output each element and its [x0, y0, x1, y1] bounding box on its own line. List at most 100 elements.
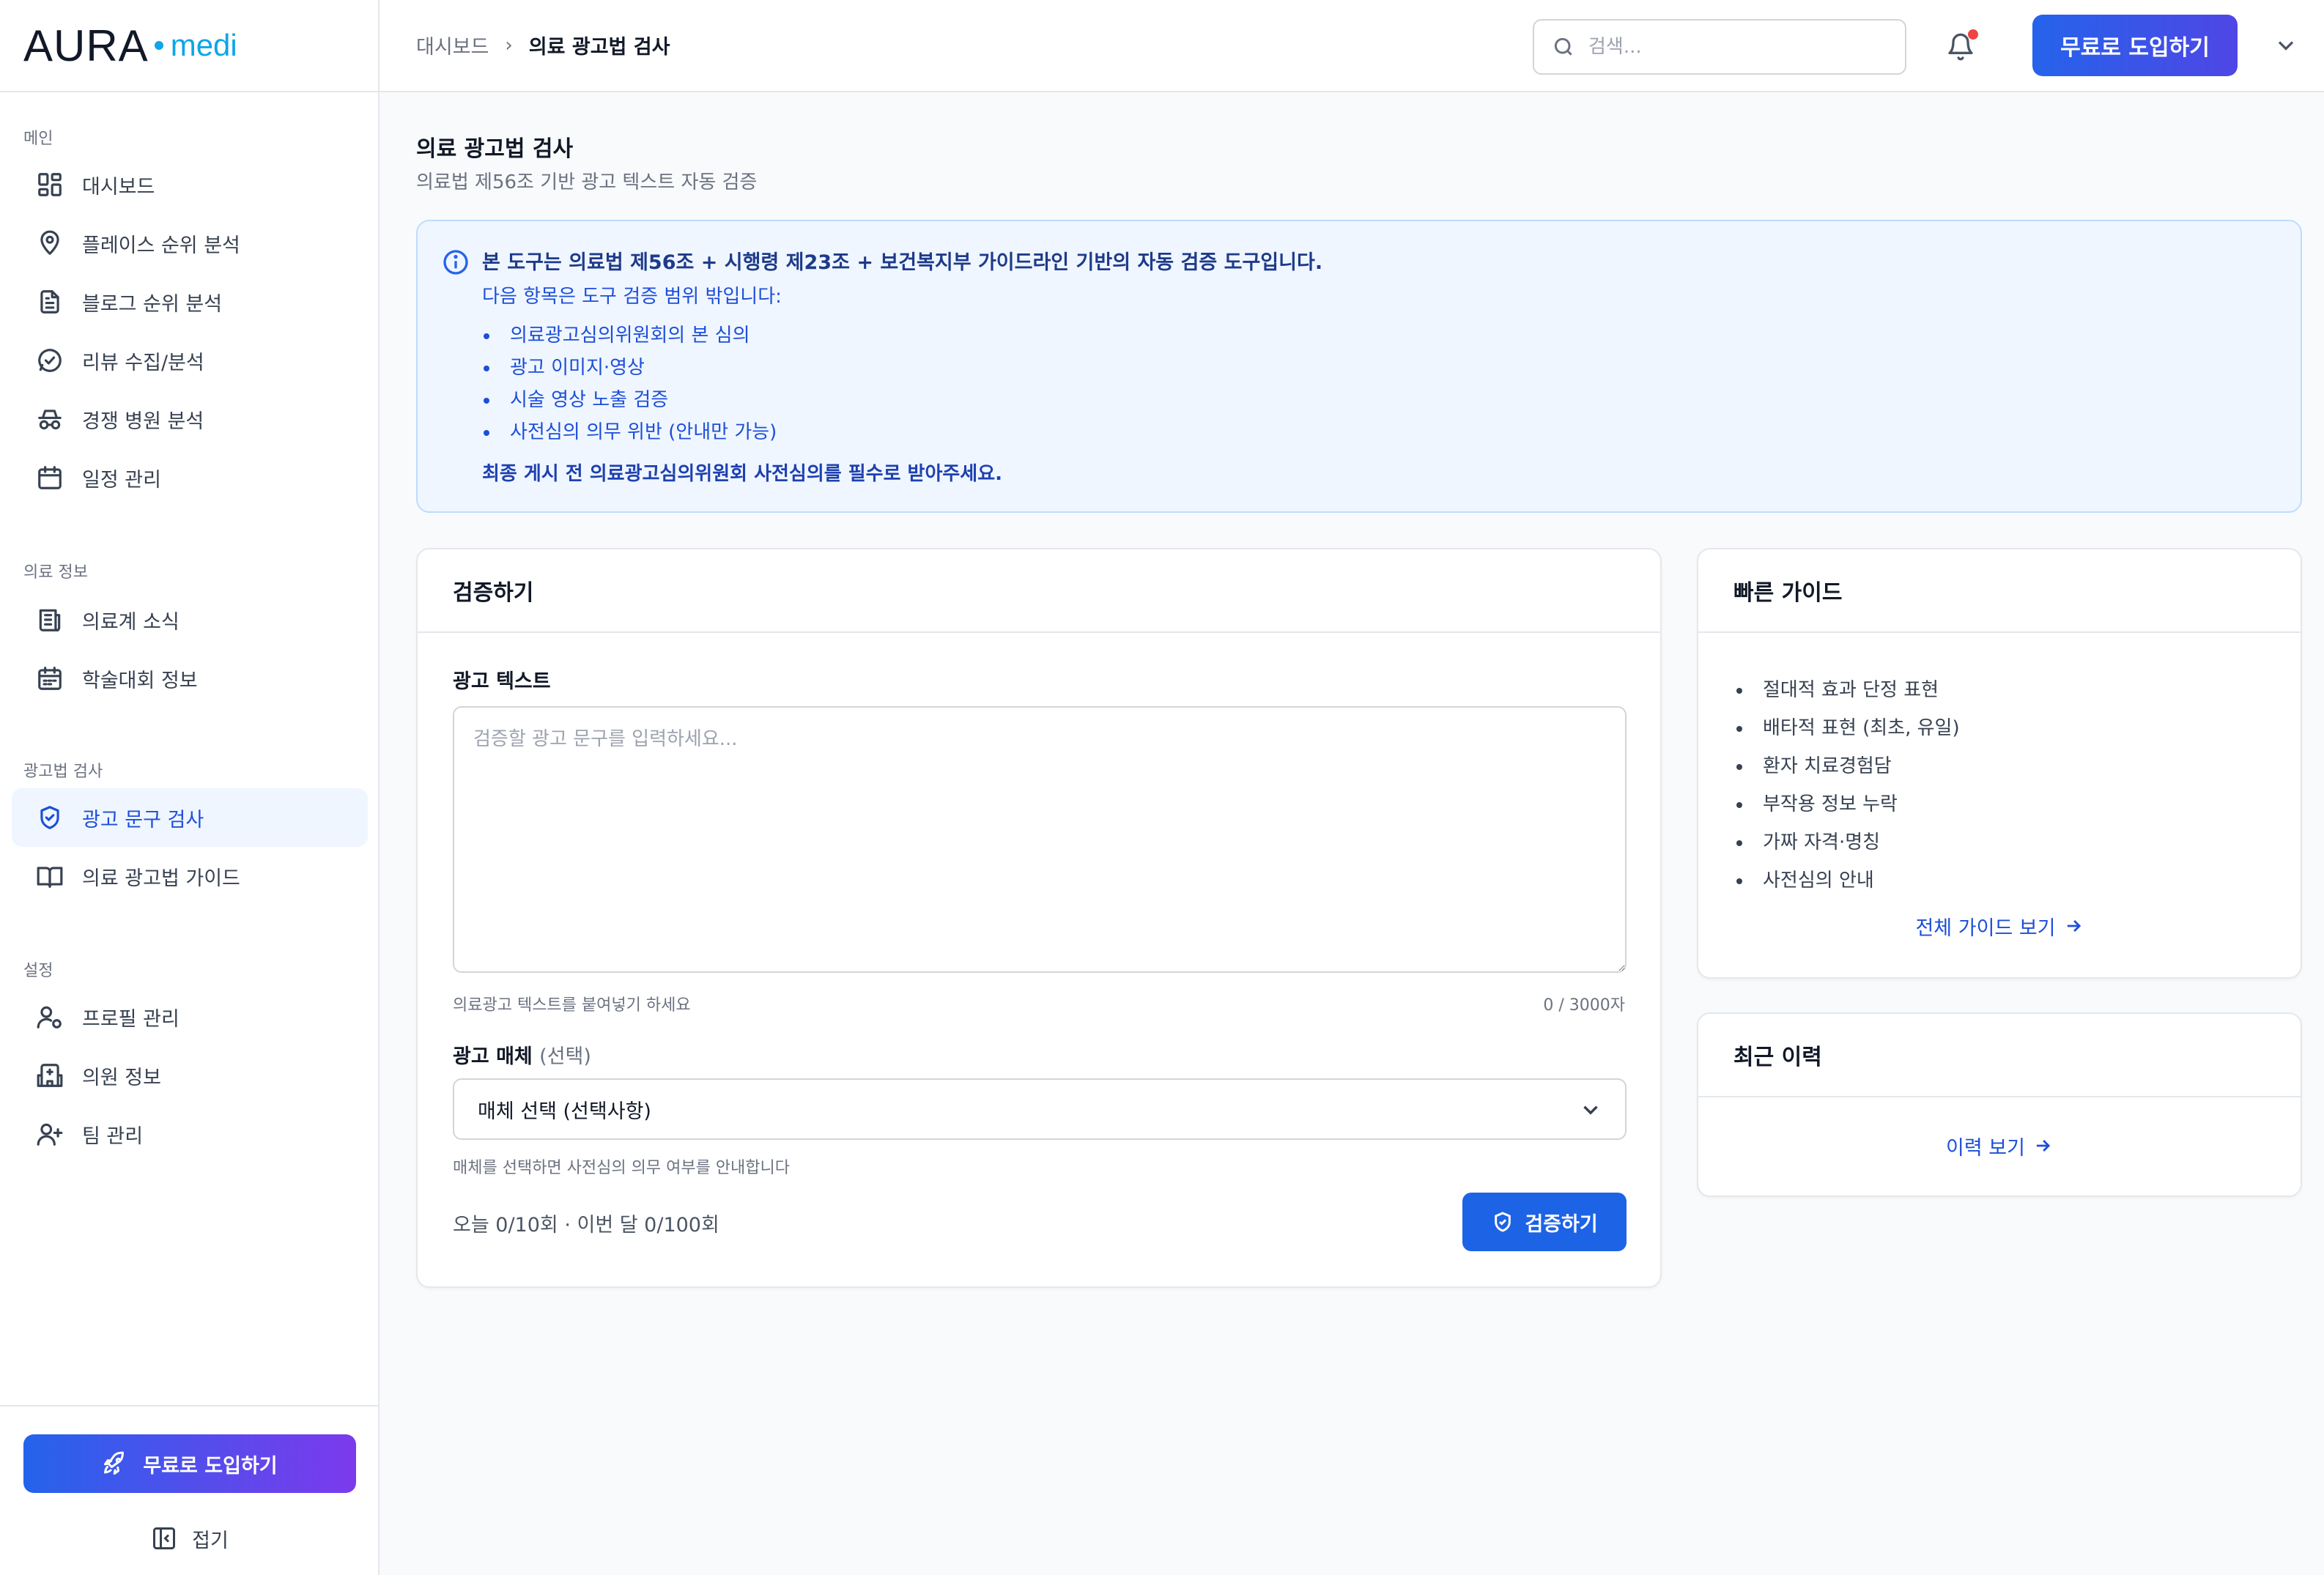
- sidebar-item-label: 의료 광고법 가이드: [82, 867, 240, 890]
- list-item: 시술 영상 노출 검증: [482, 384, 777, 416]
- sidebar-item-competitors[interactable]: 경쟁 병원 분석: [12, 390, 368, 448]
- logo-wordmark: AURA: [23, 21, 149, 70]
- media-label-text: 광고 매체: [453, 1045, 533, 1068]
- hospital-icon: [35, 1061, 64, 1090]
- sidebar-item-label: 팀 관리: [82, 1124, 144, 1148]
- sidebar-item-label: 경쟁 병원 분석: [82, 410, 204, 433]
- sidebar-item-label: 의료계 소식: [82, 610, 180, 634]
- newspaper-icon: [35, 605, 64, 634]
- notification-badge: [1968, 29, 1978, 40]
- logo[interactable]: AURA medi: [0, 0, 378, 92]
- sidebar-item-label: 광고 문구 검사: [82, 808, 204, 831]
- chat-check-icon: [35, 346, 64, 375]
- media-selected-value: 매체 선택 (선택사항): [478, 1100, 651, 1123]
- list-item: 부작용 정보 누락: [1733, 785, 1960, 823]
- sidebar-item-schedule[interactable]: 일정 관리: [12, 448, 368, 507]
- user-plus-icon: [35, 1119, 64, 1149]
- sidebar-item-blog-rank[interactable]: 블로그 순위 분석: [12, 273, 368, 331]
- sidebar-item-dashboard[interactable]: 대시보드: [12, 155, 368, 214]
- card-title: 검증하기: [418, 549, 1660, 633]
- recent-history-card: 최근 이력 이력 보기: [1697, 1012, 2302, 1197]
- sidebar-item-label: 학술대회 정보: [82, 669, 198, 692]
- sidebar-item-label: 프로필 관리: [82, 1007, 180, 1031]
- map-pin-icon: [35, 229, 64, 258]
- sidebar-item-ad-check[interactable]: 광고 문구 검사: [12, 788, 368, 847]
- sidebar-item-conferences[interactable]: 학술대회 정보: [12, 649, 368, 708]
- notice-box: 본 도구는 의료법 제56조 + 시행령 제23조 + 보건복지부 가이드라인 …: [416, 220, 2302, 513]
- logo-sub: medi: [170, 28, 237, 62]
- sidebar-item-label: 블로그 순위 분석: [82, 292, 223, 316]
- page-title: 의료 광고법 검사: [416, 136, 574, 162]
- notice-intro: 다음 항목은 도구 검증 범위 밖입니다:: [482, 286, 782, 308]
- sidebar-item-team[interactable]: 팀 관리: [12, 1105, 368, 1163]
- sidebar-item-news[interactable]: 의료계 소식: [12, 590, 368, 649]
- sidebar-item-clinic[interactable]: 의원 정보: [12, 1046, 368, 1105]
- verify-card: 검증하기 광고 텍스트 의료광고 텍스트를 붙여넣기 하세요 0 / 3000자…: [416, 548, 1662, 1288]
- sidebar-collapse-icon: [153, 1527, 176, 1549]
- sidebar-item-label: 대시보드: [82, 175, 155, 199]
- nav-section-main: 메인 대시보드 플레이스 순위 분석 블로그 순위 분석 리뷰 수집/분석 경쟁…: [0, 125, 380, 507]
- sidebar: AURA medi 메인 대시보드 플레이스 순위 분석 블로그 순위 분석 리…: [0, 0, 380, 1575]
- history-link[interactable]: 이력 보기: [1698, 1128, 2301, 1163]
- list-item: 사전심의 의무 위반 (안내만 가능): [482, 416, 777, 448]
- document-icon: [35, 287, 64, 316]
- guide-list: 절대적 효과 단정 표현 배타적 표현 (최초, 유일) 환자 치료경험담 부작…: [1733, 671, 1960, 900]
- breadcrumb: 대시보드 › 의료 광고법 검사: [416, 31, 670, 59]
- media-select[interactable]: 매체 선택 (선택사항): [453, 1078, 1627, 1140]
- nav-heading: 설정: [23, 962, 53, 980]
- top-header: 대시보드 › 의료 광고법 검사 무료로 도입하기: [380, 0, 2324, 92]
- sidebar-footer: 무료로 도입하기 접기: [0, 1405, 380, 1575]
- char-count: 0 / 3000자: [1543, 996, 1625, 1015]
- list-item: 절대적 효과 단정 표현: [1733, 671, 1960, 709]
- quick-guide-card: 빠른 가이드 절대적 효과 단정 표현 배타적 표현 (최초, 유일) 환자 치…: [1697, 548, 2302, 979]
- collapse-label: 접기: [192, 1529, 229, 1552]
- chevron-down-icon: [2278, 41, 2294, 51]
- spy-icon: [35, 404, 64, 434]
- nav-heading: 광고법 검사: [23, 763, 103, 781]
- nav-heading: 메인: [23, 130, 53, 148]
- info-icon: [441, 248, 470, 277]
- notice-footer: 최종 게시 전 의료광고심의위원회 사전심의를 필수로 받아주세요.: [482, 463, 1003, 485]
- shield-check-icon: [35, 803, 64, 832]
- collapse-button[interactable]: 접기: [0, 1516, 380, 1560]
- nav-section-settings: 설정 프로필 관리 의원 정보 팀 관리: [0, 957, 380, 1163]
- verify-button-label: 검증하기: [1525, 1212, 1598, 1236]
- verify-button[interactable]: 검증하기: [1462, 1193, 1627, 1251]
- notification-button[interactable]: [1943, 29, 1978, 64]
- card-title: 빠른 가이드: [1698, 549, 2301, 633]
- rocket-icon: [104, 1451, 125, 1475]
- list-item: 배타적 표현 (최초, 유일): [1733, 709, 1960, 747]
- sidebar-item-adlaw-guide[interactable]: 의료 광고법 가이드: [12, 847, 368, 905]
- sidebar-item-label: 리뷰 수집/분석: [82, 351, 204, 374]
- list-item: 사전심의 안내: [1733, 861, 1960, 900]
- media-optional-text: (선택): [539, 1045, 591, 1068]
- media-label: 광고 매체 (선택): [453, 1040, 591, 1069]
- dashboard-icon: [35, 170, 64, 199]
- list-item: 의료광고심의위원회의 본 심의: [482, 319, 777, 352]
- search-icon: [1554, 37, 1572, 56]
- ad-text-hint: 의료광고 텍스트를 붙여넣기 하세요: [453, 996, 691, 1015]
- account-menu-toggle[interactable]: [2273, 32, 2302, 62]
- nav-heading: 의료 정보: [23, 563, 88, 582]
- header-cta-button[interactable]: 무료로 도입하기: [2032, 15, 2238, 76]
- user-settings-icon: [35, 1002, 64, 1031]
- nav-section-medical: 의료 정보 의료계 소식 학술대회 정보: [0, 558, 380, 708]
- search-box[interactable]: [1533, 19, 1906, 75]
- logo-dot: [154, 41, 163, 50]
- sidebar-item-label: 플레이스 순위 분석: [82, 234, 240, 257]
- search-input[interactable]: [1588, 36, 1881, 58]
- ad-text-input[interactable]: [453, 706, 1627, 973]
- calendar-icon: [35, 463, 64, 492]
- card-title: 최근 이력: [1698, 1014, 2301, 1097]
- shield-check-icon: [1495, 1212, 1511, 1232]
- sidebar-item-reviews[interactable]: 리뷰 수집/분석: [12, 331, 368, 390]
- page-subtitle: 의료법 제56조 기반 광고 텍스트 자동 검증: [416, 171, 758, 193]
- full-guide-link-label: 전체 가이드 보기: [1915, 916, 2056, 940]
- breadcrumb-home[interactable]: 대시보드: [416, 31, 489, 59]
- book-icon: [35, 861, 64, 891]
- sidebar-item-place-rank[interactable]: 플레이스 순위 분석: [12, 214, 368, 273]
- full-guide-link[interactable]: 전체 가이드 보기: [1698, 908, 2301, 944]
- sidebar-cta-label: 무료로 도입하기: [143, 1454, 278, 1478]
- sidebar-item-profile[interactable]: 프로필 관리: [12, 987, 368, 1046]
- sidebar-cta-button[interactable]: 무료로 도입하기: [23, 1434, 356, 1493]
